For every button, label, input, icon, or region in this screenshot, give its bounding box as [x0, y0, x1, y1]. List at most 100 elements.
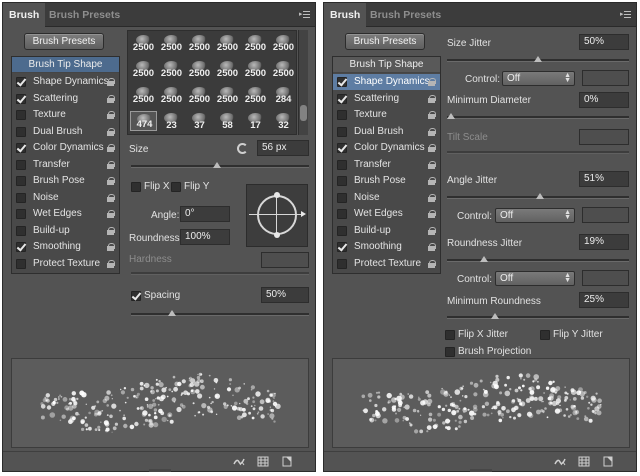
brush-tip-preset[interactable]: 2500: [158, 85, 185, 105]
new-preset-icon[interactable]: [602, 456, 614, 467]
option-color-dynamics[interactable]: Color Dynamics: [12, 140, 119, 156]
panel-menu-icon[interactable]: ▸: [620, 11, 631, 19]
lock-icon[interactable]: [428, 160, 436, 169]
option-transfer[interactable]: Transfer: [12, 157, 119, 173]
lock-icon[interactable]: [428, 94, 436, 103]
brush-tip-preset[interactable]: 2500: [270, 33, 296, 53]
option-shape-dynamics[interactable]: Shape Dynamics: [333, 74, 440, 90]
brush-tip-preset[interactable]: 23: [158, 111, 185, 131]
lock-icon[interactable]: [428, 127, 436, 136]
lock-icon[interactable]: [428, 144, 436, 152]
option-smoothing[interactable]: Smoothing: [333, 239, 440, 255]
option-dual-brush[interactable]: Dual Brush: [12, 124, 119, 140]
angle-roundness-widget[interactable]: [246, 184, 308, 247]
brush-tip-preset[interactable]: 2500: [214, 85, 241, 105]
toggle-live-tip-preview-icon[interactable]: [233, 456, 245, 467]
option-protect-texture[interactable]: Protect Texture: [333, 256, 440, 272]
option-scattering[interactable]: Scattering: [12, 91, 119, 107]
roundness-jitter-slider[interactable]: [447, 256, 629, 262]
checkbox[interactable]: [16, 258, 26, 269]
panel-menu-icon[interactable]: ▸: [299, 11, 310, 19]
lock-icon[interactable]: [107, 127, 115, 136]
option-brush-pose[interactable]: Brush Pose: [12, 173, 119, 189]
roundness-handle[interactable]: [274, 192, 280, 198]
new-preset-icon[interactable]: [281, 456, 293, 467]
brush-tip-preset[interactable]: 2500: [158, 33, 185, 53]
tab-brush[interactable]: Brush: [324, 3, 367, 28]
option-texture[interactable]: Texture: [12, 107, 119, 123]
option-color-dynamics[interactable]: Color Dynamics: [333, 140, 440, 156]
slider-thumb[interactable]: [447, 113, 455, 119]
brush-tip-grid[interactable]: 2500 2500 2500 2500 2500 2500 2500 2500 2500 2500…: [127, 30, 297, 135]
resize-grip[interactable]: [470, 469, 492, 472]
size-jitter-field[interactable]: 50%: [579, 34, 629, 50]
brush-tip-preset[interactable]: 2500: [270, 59, 296, 79]
min-roundness-field[interactable]: 25%: [579, 292, 629, 308]
lock-icon[interactable]: [428, 78, 436, 86]
checkbox[interactable]: [16, 192, 26, 203]
brush-tip-preset[interactable]: 2500: [242, 33, 269, 53]
tab-brush-presets[interactable]: Brush Presets: [43, 3, 126, 27]
brush-tip-preset[interactable]: 58: [214, 111, 241, 131]
brush-tip-preset[interactable]: 2500: [186, 33, 213, 53]
checkbox[interactable]: [337, 159, 347, 170]
option-texture[interactable]: Texture: [333, 107, 440, 123]
flip-y-checkbox[interactable]: [171, 182, 181, 192]
angle-field[interactable]: 0°: [180, 206, 230, 222]
angle-arrow-icon[interactable]: [301, 211, 306, 217]
checkbox[interactable]: [16, 159, 26, 170]
flip-y-jitter-checkbox[interactable]: [540, 330, 550, 340]
lock-icon[interactable]: [107, 160, 115, 169]
size-jitter-slider[interactable]: [447, 56, 629, 62]
brush-tip-preset[interactable]: 37: [186, 111, 213, 131]
lock-icon[interactable]: [107, 243, 115, 251]
lock-icon[interactable]: [107, 144, 115, 152]
grid-icon[interactable]: [578, 456, 590, 467]
lock-icon[interactable]: [107, 226, 115, 235]
lock-icon[interactable]: [428, 243, 436, 251]
slider-thumb[interactable]: [480, 256, 489, 262]
roundness-jitter-field[interactable]: 19%: [579, 234, 629, 250]
roundness-field[interactable]: 100%: [180, 229, 230, 245]
brush-tip-preset[interactable]: 2500: [186, 85, 213, 105]
grid-icon[interactable]: [257, 456, 269, 467]
lock-icon[interactable]: [107, 193, 115, 202]
slider-thumb[interactable]: [168, 310, 177, 316]
checkbox[interactable]: [337, 126, 347, 137]
checkbox[interactable]: [16, 143, 26, 153]
lock-icon[interactable]: [428, 111, 436, 119]
lock-icon[interactable]: [428, 210, 436, 218]
brush-tip-preset[interactable]: 2500: [186, 59, 213, 79]
slider-thumb[interactable]: [534, 56, 542, 62]
lock-icon[interactable]: [428, 177, 436, 185]
tab-brush[interactable]: Brush: [3, 3, 46, 28]
checkbox[interactable]: [16, 77, 26, 87]
slider-thumb[interactable]: [490, 313, 499, 319]
brush-tip-preset[interactable]: 2500: [242, 59, 269, 79]
angle-jitter-field[interactable]: 51%: [579, 171, 629, 187]
lock-icon[interactable]: [107, 259, 115, 268]
brush-tip-preset[interactable]: 2500: [130, 33, 157, 53]
size-jitter-control-select[interactable]: Off ▲ ▼: [502, 71, 575, 86]
checkbox[interactable]: [337, 242, 347, 252]
slider-thumb[interactable]: [535, 193, 544, 199]
lock-icon[interactable]: [107, 210, 115, 218]
min-diameter-slider[interactable]: [447, 113, 629, 119]
size-field[interactable]: 56 px: [257, 140, 309, 156]
option-brush-pose[interactable]: Brush Pose: [333, 173, 440, 189]
checkbox[interactable]: [337, 93, 347, 104]
flip-x-jitter-checkbox[interactable]: [445, 330, 455, 340]
brush-tip-preset[interactable]: 2500: [242, 85, 269, 105]
scrollbar-thumb[interactable]: [300, 105, 307, 121]
checkbox[interactable]: [337, 225, 347, 236]
spacing-field[interactable]: 50%: [261, 287, 309, 303]
option-smoothing[interactable]: Smoothing: [12, 239, 119, 255]
option-build-up[interactable]: Build-up: [12, 223, 119, 239]
brush-tip-preset[interactable]: 2500: [130, 85, 157, 105]
min-roundness-slider[interactable]: [447, 313, 629, 319]
roundness-handle[interactable]: [274, 232, 280, 238]
checkbox[interactable]: [16, 110, 26, 120]
checkbox[interactable]: [16, 209, 26, 219]
checkbox[interactable]: [337, 176, 347, 186]
option-wet-edges[interactable]: Wet Edges: [12, 206, 119, 222]
